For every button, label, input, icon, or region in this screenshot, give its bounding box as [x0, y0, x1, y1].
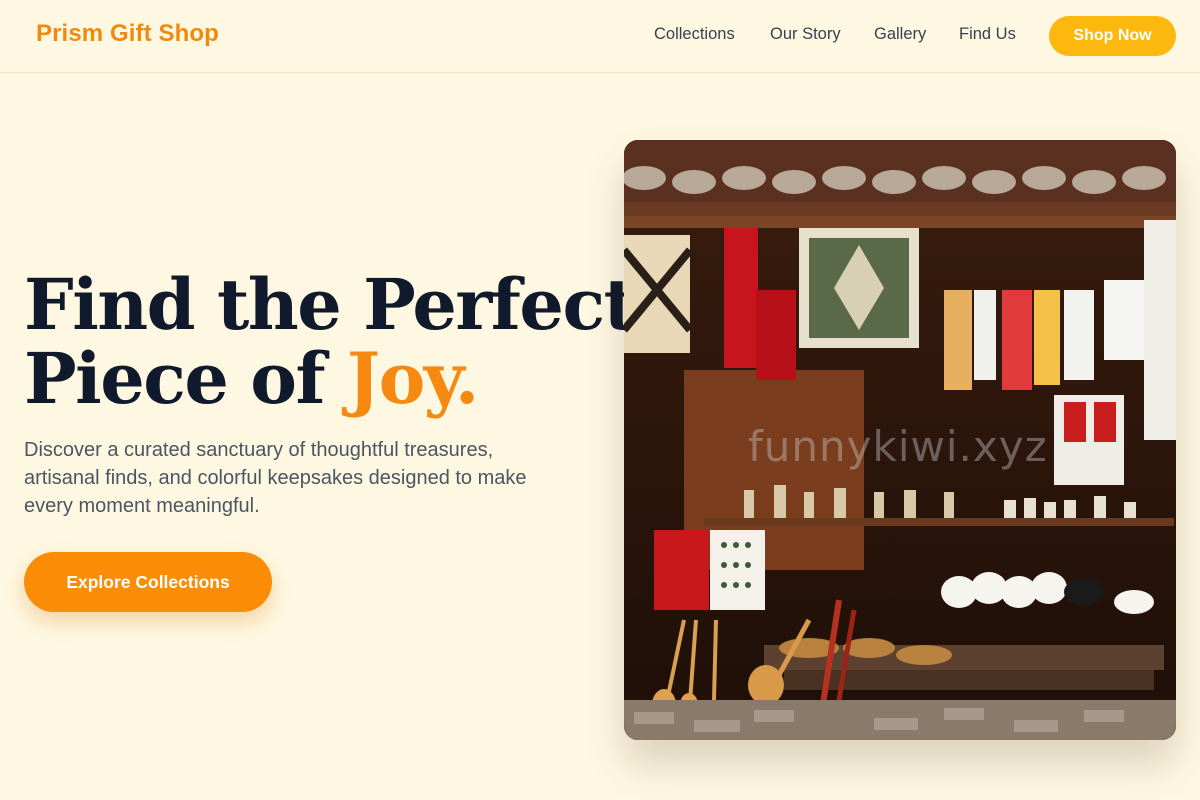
hero-title-line2: Piece of Joy.	[24, 342, 604, 416]
nav-collections[interactable]: Collections	[654, 25, 735, 44]
nav-find-us[interactable]: Find Us	[959, 25, 1016, 44]
shop-now-button[interactable]: Shop Now	[1049, 16, 1176, 56]
hero-title-line2-text: Piece of	[24, 337, 347, 420]
hero-photo: funnykiwi.xyz	[624, 140, 1176, 740]
explore-collections-button[interactable]: Explore Collections	[24, 552, 272, 612]
hero-title: Find the Perfect Piece of Joy.	[24, 263, 636, 416]
site-header: Prism Gift Shop Collections Our Story Ga…	[0, 0, 1200, 73]
main-nav: Collections Our Story Gallery Find Us	[0, 25, 1200, 49]
image-watermark: funnykiwi.xyz	[748, 422, 1048, 471]
hero-title-accent: Joy.	[346, 337, 479, 420]
hero-title-line1: Find the Perfect	[24, 263, 636, 346]
nav-gallery[interactable]: Gallery	[874, 25, 926, 44]
nav-our-story[interactable]: Our Story	[770, 25, 841, 44]
hero-subtitle: Discover a curated sanctuary of thoughtf…	[24, 439, 527, 517]
